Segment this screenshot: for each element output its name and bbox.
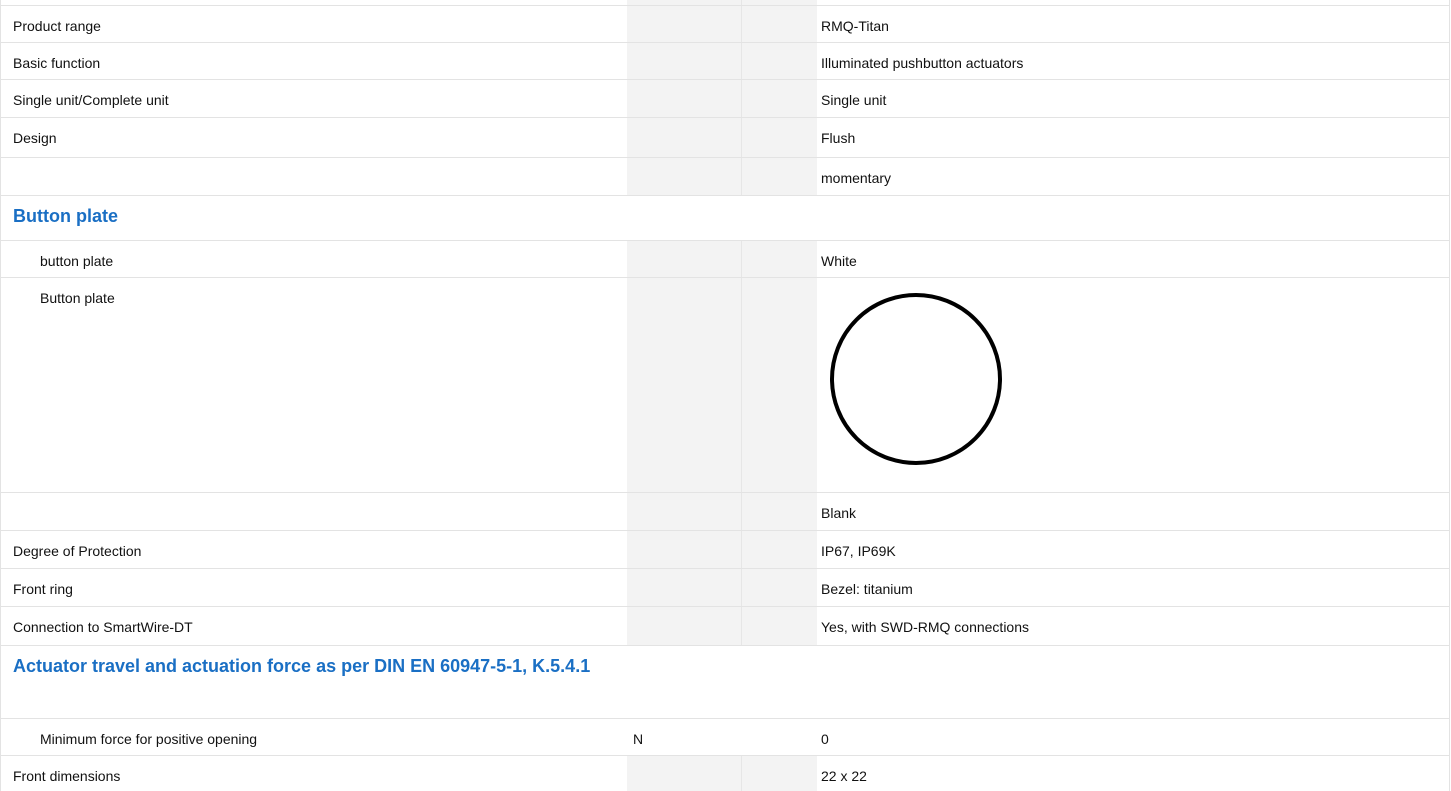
section-row-button-plate: Button plate <box>0 195 1449 241</box>
spec-label: Single unit/Complete unit <box>13 92 169 108</box>
spec-label: Product range <box>13 18 101 34</box>
spec-row-single-unit: Single unit/Complete unit Single unit <box>0 79 1449 118</box>
spec-label: Connection to SmartWire-DT <box>13 619 193 635</box>
section-heading: Actuator travel and actuation force as p… <box>13 656 591 676</box>
spec-label: button plate <box>40 253 114 269</box>
spec-label: Front dimensions <box>13 768 121 784</box>
spec-label: Degree of Protection <box>13 543 142 559</box>
spec-value: Bezel: titanium <box>821 581 913 597</box>
spec-value: Single unit <box>821 92 887 108</box>
spec-value: 22 x 22 <box>821 768 867 784</box>
table-right-border <box>1449 0 1450 791</box>
spec-row-min-force: Minimum force for positive opening N 0 <box>0 718 1449 756</box>
unit-cell-background <box>627 719 817 756</box>
section-unit-cell <box>627 646 817 719</box>
spec-label: Basic function <box>13 55 101 71</box>
spec-value: Flush <box>821 130 856 146</box>
spec-row-product-range: Product range RMQ-Titan <box>0 5 1449 43</box>
spec-value: RMQ-Titan <box>821 18 889 34</box>
section-row-actuator-travel: Actuator travel and actuation force as p… <box>0 645 1449 719</box>
spec-unit: N <box>633 731 644 747</box>
spec-label: Front ring <box>13 581 73 597</box>
spec-value: White <box>821 253 857 269</box>
spec-value: IP67, IP69K <box>821 543 896 559</box>
spec-row-button-plate-blank: Blank <box>0 492 1449 531</box>
section-heading: Button plate <box>13 206 118 226</box>
blank-circle-icon <box>829 292 1003 469</box>
spec-label: Minimum force for positive opening <box>40 731 258 747</box>
spec-row-button-plate-symbol: Button plate <box>0 277 1449 493</box>
spec-label: Design <box>13 130 57 146</box>
spec-row-degree-of-protection: Degree of Protection IP67, IP69K <box>0 530 1449 569</box>
spec-value: Illuminated pushbutton actuators <box>821 55 1024 71</box>
spec-row-front-ring: Front ring Bezel: titanium <box>0 568 1449 607</box>
spec-row-smartwire: Connection to SmartWire-DT Yes, with SWD… <box>0 606 1449 646</box>
section-unit-cell <box>627 196 817 241</box>
spec-row-design: Design Flush <box>0 117 1449 158</box>
spec-row-basic-function: Basic function Illuminated pushbutton ac… <box>0 42 1449 80</box>
spec-value: 0 <box>821 731 829 747</box>
spec-value: Blank <box>821 505 857 521</box>
spec-value: Yes, with SWD-RMQ connections <box>821 619 1029 635</box>
spec-value: momentary <box>821 170 892 186</box>
spec-row-button-plate-color: button plate White <box>0 240 1449 278</box>
spec-row-design-operation: momentary <box>0 157 1449 196</box>
spec-row-front-dimensions: Front dimensions 22 x 22 <box>0 755 1449 791</box>
spec-label: Button plate <box>40 290 115 306</box>
product-spec-table: Product range RMQ-Titan Basic function I… <box>0 0 1451 791</box>
